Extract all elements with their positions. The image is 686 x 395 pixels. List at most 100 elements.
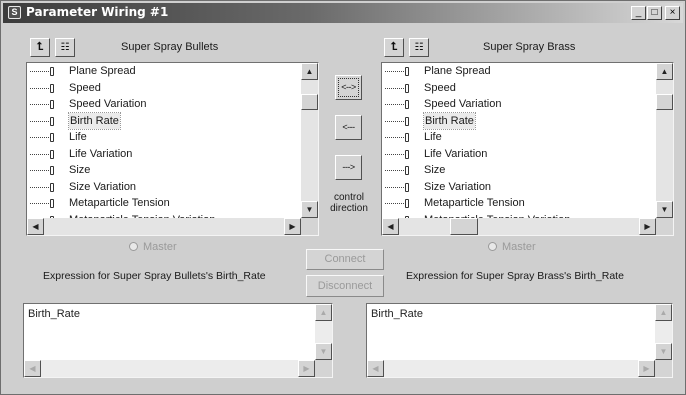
right-parameter-tree[interactable]: Plane Spread Speed Speed Variation Birth Ra… — [381, 62, 674, 236]
tree-item-label: Metaparticle Tension — [424, 197, 525, 209]
tree-item[interactable]: Life — [27, 129, 301, 146]
tree-branch-line — [385, 153, 406, 155]
right-expression-label: Expression for Super Spray Brass's Birth… — [406, 270, 624, 282]
disconnect-button[interactable]: Disconnect — [306, 275, 384, 297]
lock-icon: ☷ — [60, 42, 70, 53]
tree-item-label: Plane Spread — [424, 65, 491, 77]
right-expression-text[interactable]: Birth_Rate — [371, 308, 423, 320]
scroll-thumb[interactable] — [656, 94, 673, 110]
scroll-corner — [315, 360, 332, 377]
scroll-up-icon[interactable]: ▲ — [656, 63, 673, 80]
parameter-node-icon — [405, 83, 409, 93]
scroll-up-icon[interactable]: ▲ — [315, 304, 332, 321]
scroll-thumb[interactable] — [301, 94, 318, 110]
tree-item[interactable]: Life Variation — [382, 146, 656, 163]
left-parameter-tree[interactable]: Plane Spread Speed Speed Variation Birth Ra… — [26, 62, 319, 236]
tree-item[interactable]: Speed — [27, 80, 301, 97]
scroll-left-icon[interactable]: ◀ — [27, 218, 44, 235]
right-vertical-scrollbar[interactable]: ▲ ▼ — [656, 63, 673, 218]
tree-item[interactable]: Size Variation — [382, 179, 656, 196]
tree-item[interactable]: Size Variation — [27, 179, 301, 196]
right-master-label: Master — [502, 241, 536, 253]
scroll-right-icon[interactable]: ▶ — [639, 218, 656, 235]
bidirectional-button[interactable]: <--> — [335, 75, 362, 100]
right-expression-editor[interactable]: Birth_Rate ▲ ▼ ◀ ▶ — [366, 303, 673, 378]
connect-button[interactable]: Connect — [306, 249, 384, 270]
scroll-up-icon[interactable]: ▲ — [301, 63, 318, 80]
tree-item[interactable]: Metaparticle Tension — [382, 195, 656, 212]
right-expr-horizontal-scrollbar[interactable]: ◀ ▶ — [367, 360, 655, 377]
tree-item[interactable]: Speed — [382, 80, 656, 97]
right-horizontal-scrollbar[interactable]: ◀ ▶ — [382, 218, 656, 235]
tree-item-label: Birth Rate — [423, 111, 476, 130]
left-up-hierarchy-button[interactable]: ⮤ — [30, 38, 50, 57]
scroll-right-icon[interactable]: ▶ — [284, 218, 301, 235]
control-direction-line1: control — [333, 192, 364, 203]
right-to-left-button[interactable]: <--- — [335, 115, 362, 140]
left-master-radio[interactable]: Master — [129, 241, 177, 253]
control-direction-label: control direction — [323, 192, 375, 214]
parameter-node-icon — [50, 182, 54, 192]
scroll-left-icon[interactable]: ◀ — [382, 218, 399, 235]
scroll-down-icon[interactable]: ▼ — [656, 201, 673, 218]
tree-item-label: Speed Variation — [69, 98, 147, 110]
tree-item[interactable]: Speed Variation — [27, 96, 301, 113]
scroll-left-icon[interactable]: ◀ — [24, 360, 41, 377]
scroll-down-icon[interactable]: ▼ — [655, 343, 672, 360]
tree-item[interactable]: Metaparticle Tension — [27, 195, 301, 212]
scroll-corner — [656, 218, 673, 235]
tree-item[interactable]: Size — [27, 162, 301, 179]
left-vertical-scrollbar[interactable]: ▲ ▼ — [301, 63, 318, 218]
left-expr-vertical-scrollbar[interactable]: ▲ ▼ — [315, 304, 332, 360]
tree-branch-line — [385, 104, 406, 105]
tree-item[interactable]: Birth Rate — [382, 111, 656, 130]
scroll-left-icon[interactable]: ◀ — [367, 360, 384, 377]
tree-item-label: Size Variation — [424, 180, 492, 193]
tree-item[interactable]: Birth Rate — [27, 111, 301, 130]
scroll-down-icon[interactable]: ▼ — [301, 201, 318, 218]
right-lock-button[interactable]: ☷ — [409, 38, 429, 57]
tree-branch-line — [30, 71, 51, 72]
tree-item[interactable]: Speed Variation — [382, 96, 656, 113]
parameter-node-icon — [50, 149, 54, 159]
maximize-button[interactable]: □ — [647, 6, 662, 20]
parameter-node-icon — [405, 133, 409, 142]
tree-branch-line — [385, 120, 406, 122]
parameter-node-icon — [50, 199, 54, 208]
left-horizontal-scrollbar[interactable]: ◀ ▶ — [27, 218, 301, 235]
left-expression-editor[interactable]: Birth_Rate ▲ ▼ ◀ ▶ — [23, 303, 333, 378]
left-to-right-button[interactable]: ---> — [335, 155, 362, 180]
parameter-node-icon — [50, 100, 54, 109]
hscroll-thumb[interactable] — [450, 218, 478, 235]
parameter-wiring-window: S Parameter Wiring #1 _ □ × ⮤ ☷ Super Sp… — [0, 0, 686, 395]
right-expr-vertical-scrollbar[interactable]: ▲ ▼ — [655, 304, 672, 360]
scroll-up-icon[interactable]: ▲ — [655, 304, 672, 321]
tree-item[interactable]: Life — [382, 129, 656, 146]
left-panel-title: Super Spray Bullets — [121, 41, 219, 53]
tree-item[interactable]: Size — [382, 162, 656, 179]
right-up-hierarchy-button[interactable]: ⮤ — [384, 38, 404, 57]
left-expr-horizontal-scrollbar[interactable]: ◀ ▶ — [24, 360, 315, 377]
left-lock-button[interactable]: ☷ — [55, 38, 75, 57]
close-button[interactable]: × — [665, 6, 680, 20]
tree-item-label: Size — [69, 164, 91, 176]
title-bar[interactable]: S Parameter Wiring #1 _ □ × — [3, 3, 683, 23]
tree-branch-line — [30, 186, 51, 188]
tree-branch-line — [30, 104, 51, 105]
tree-branch-line — [30, 203, 51, 204]
tree-item[interactable]: Life Variation — [27, 146, 301, 163]
scroll-right-icon[interactable]: ▶ — [298, 360, 315, 377]
right-master-radio[interactable]: Master — [488, 241, 536, 253]
tree-item-label: Speed — [424, 81, 456, 94]
app-icon[interactable]: S — [8, 6, 21, 19]
scroll-right-icon[interactable]: ▶ — [638, 360, 655, 377]
minimize-button[interactable]: _ — [631, 6, 646, 20]
parameter-node-icon — [405, 199, 409, 208]
scroll-down-icon[interactable]: ▼ — [315, 343, 332, 360]
tree-item[interactable]: Plane Spread — [27, 63, 301, 80]
left-tree-items: Plane Spread Speed Speed Variation Birth Ra… — [27, 63, 301, 218]
tree-branch-line — [30, 120, 51, 122]
left-expression-text[interactable]: Birth_Rate — [28, 308, 80, 320]
right-panel-title: Super Spray Brass — [483, 41, 576, 53]
tree-item[interactable]: Plane Spread — [382, 63, 656, 80]
